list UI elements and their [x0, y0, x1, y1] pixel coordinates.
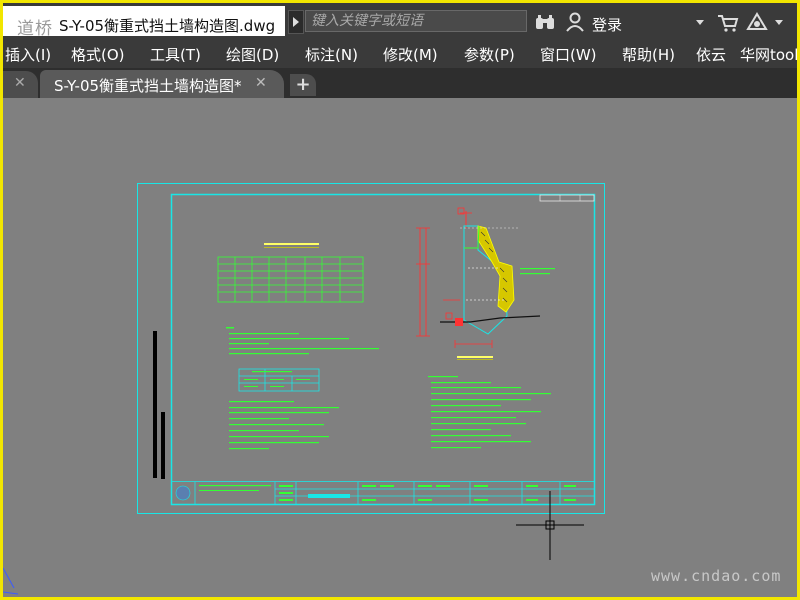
left-black-bar-short — [161, 412, 165, 479]
file-title: S-Y-05衡重式挡土墙构造图.dwg — [59, 17, 276, 35]
login-dropdown-icon[interactable] — [696, 20, 704, 25]
table-title — [264, 243, 319, 248]
new-tab-button[interactable]: + — [290, 74, 316, 96]
top-label-strip — [539, 194, 595, 202]
close-icon[interactable]: ✕ — [14, 75, 26, 91]
menu-help[interactable]: 帮助(H) — [622, 44, 675, 65]
search-input[interactable] — [305, 10, 527, 32]
cad-drawing — [3, 183, 605, 595]
watermark-logo: 道桥 — [17, 19, 53, 39]
login-button[interactable]: 登录 — [592, 14, 622, 35]
previous-tab[interactable]: ✕ — [0, 71, 38, 98]
a360-icon[interactable] — [746, 12, 768, 32]
crosshair-cursor-icon — [516, 491, 584, 560]
title-block-logo — [175, 485, 191, 501]
search-expand-button[interactable] — [288, 10, 304, 34]
left-black-bar — [153, 331, 157, 478]
drawing-title-block — [171, 481, 595, 505]
document-tab-bar: ✕ S-Y-05衡重式挡土墙构造图* ✕ + — [0, 68, 800, 98]
quantity-table — [217, 256, 364, 303]
inner-sheet-border — [170, 193, 596, 506]
menu-dimension[interactable]: 标注(N) — [305, 44, 358, 65]
menu-window[interactable]: 窗口(W) — [540, 44, 597, 65]
menu-bar: 插入(I) 格式(O) 工具(T) 绘图(D) 标注(N) 修改(M) 参数(P… — [0, 38, 800, 68]
a360-dropdown-icon[interactable] — [775, 20, 783, 25]
ucs-icon — [3, 567, 19, 595]
menu-format[interactable]: 格式(O) — [71, 44, 125, 65]
menu-parametric[interactable]: 参数(P) — [464, 44, 515, 65]
user-icon[interactable] — [566, 12, 584, 32]
menu-modify[interactable]: 修改(M) — [383, 44, 438, 65]
tab-active-drawing[interactable]: S-Y-05衡重式挡土墙构造图* ✕ — [40, 70, 284, 98]
title-bar: 道桥 S-Y-05衡重式挡土墙构造图.dwg 登录 — [0, 0, 800, 39]
file-title-box: 道桥 S-Y-05衡重式挡土墙构造图.dwg — [3, 6, 285, 39]
menu-tools[interactable]: 工具(T) — [150, 44, 201, 65]
notes-right — [428, 376, 551, 449]
close-icon[interactable]: ✕ — [255, 75, 267, 91]
binoculars-icon[interactable] — [535, 14, 555, 30]
menu-draw[interactable]: 绘图(D) — [226, 44, 279, 65]
retaining-wall-section — [416, 207, 555, 360]
notes-left — [226, 327, 379, 355]
tab-label: S-Y-05衡重式挡土墙构造图* — [54, 77, 242, 95]
cart-icon[interactable] — [717, 14, 739, 32]
menu-insert[interactable]: 插入(I) — [5, 44, 51, 65]
site-watermark: www.cndao.com — [651, 567, 782, 585]
menu-huawang-tool[interactable]: 华网tool — [740, 44, 798, 65]
menu-yiyun[interactable]: 依云 — [696, 44, 726, 65]
drawing-canvas[interactable]: www.cndao.com — [3, 98, 797, 597]
notes-left-lower — [229, 401, 339, 450]
